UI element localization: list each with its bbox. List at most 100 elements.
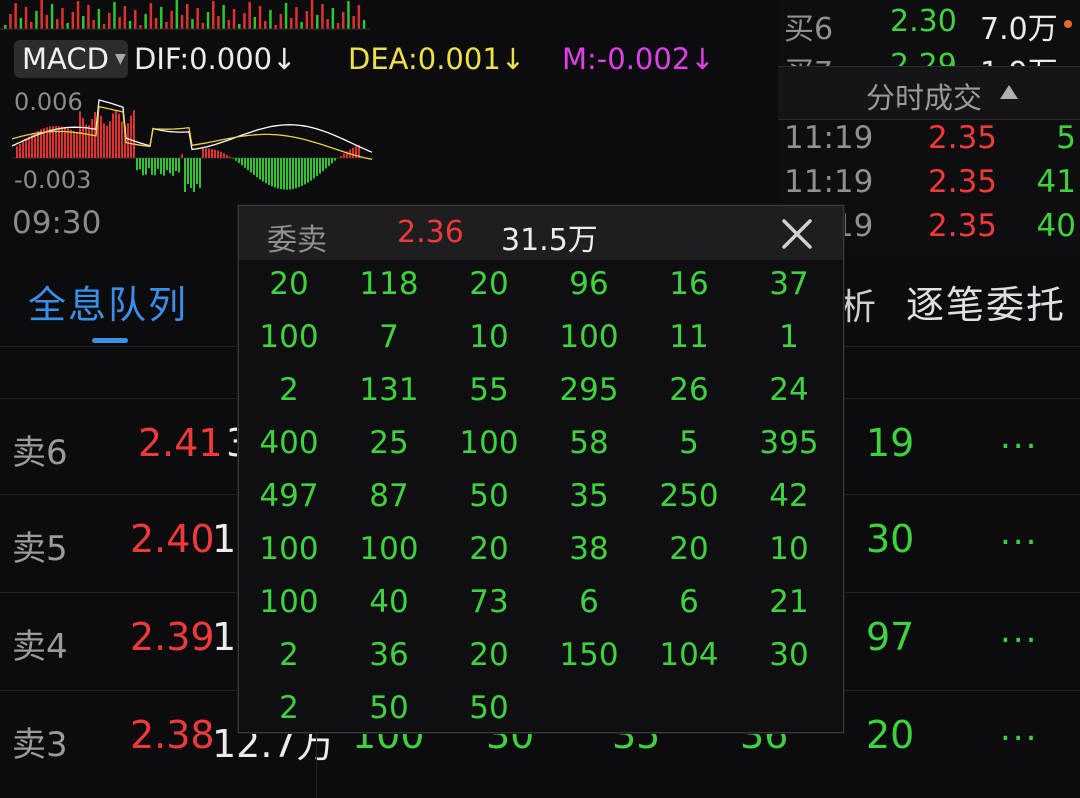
macd-histogram-bar [199,158,201,188]
macd-histogram-bar [244,158,246,168]
macd-axis-top: 0.006 [14,88,83,116]
more-icon[interactable]: ... [1000,513,1038,553]
buy-level-6[interactable]: 买6 2.30 7.0万 [784,4,1080,48]
macd-histogram-bar [343,153,345,158]
macd-histogram-bar [178,158,180,173]
macd-histogram-bar [232,158,234,159]
macd-histogram-bar [28,136,30,158]
sell-price: 2.40 [130,517,215,561]
macd-histogram-bar [331,158,333,164]
volume-bar [326,19,329,29]
macd-histogram-bar [91,119,93,158]
queue-order-size: 1 [779,319,799,355]
indicator-label: MACD [22,42,109,76]
more-icon[interactable]: ... [1000,611,1038,651]
queue-order-size: 35 [569,478,609,514]
macd-histogram-bar [286,158,288,190]
volume-bar [274,25,277,29]
macd-histogram-bar [19,143,21,158]
macd-histogram-bar [85,124,87,158]
macd-histogram-bar [205,148,207,158]
volume-bar [102,24,106,29]
queue-grid-row: 100 100 20 38 20 10 [239,525,843,578]
macd-histogram-bar [301,158,303,186]
macd-histogram-bar [166,158,168,171]
volume-bar [300,22,303,29]
macd-histogram-bar [292,158,294,190]
volume-bar [97,9,101,29]
tab-analysis-partial[interactable]: 析 [840,278,876,330]
volume-bar [56,19,59,29]
buy-level-7[interactable]: 买7 2.29 1.9万 [784,48,1080,66]
buy-label: 买6 [784,12,834,47]
queue-order-size: 38 [569,531,609,567]
volume-bar [201,23,205,29]
indicator-selector[interactable]: MACD ▼ [14,40,128,78]
order-queue-popup[interactable]: 委卖 2.36 31.5万 20 118 20 96 16 37 100 7 10 100 11 1 2… [238,205,844,733]
volume-bars-fragment [0,0,370,30]
macd-histogram-bar [25,138,27,158]
volume-bar [4,25,7,29]
volume-bar [160,7,163,29]
queue-qty: 97 [866,615,915,659]
volume-bar [123,6,127,29]
popup-header: 委卖 2.36 31.5万 [239,206,843,260]
macd-histogram-bar [163,158,165,176]
macd-histogram-bar [229,156,231,158]
queue-grid-row: 20 118 20 96 16 37 [239,260,843,313]
queue-order-size: 7 [379,319,399,355]
macd-histogram-bar [277,158,279,189]
popup-price: 2.36 [397,215,464,250]
sell-label: 卖6 [12,433,68,473]
macd-histogram-bar [298,158,300,188]
macd-histogram-bar [136,158,138,171]
tab-full-queue[interactable]: 全息队列 [28,274,188,329]
tick-time: 11:19 [784,164,874,200]
queue-order-size: 20 [269,266,309,302]
volume-bar [253,17,257,29]
macd-histogram-bar [148,158,150,169]
macd-histogram-bar [256,158,258,178]
volume-bar [357,5,361,29]
volume-bar [238,24,241,29]
volume-bar [321,4,324,29]
volume-bar [290,18,293,29]
queue-order-size: 36 [369,637,409,673]
macd-histogram-bar [196,158,198,184]
popup-title: 委卖 [267,223,327,258]
volume-bar [30,22,33,29]
volume-bar [139,25,142,29]
queue-order-size: 295 [559,372,619,408]
queue-order-size: 100 [359,531,419,567]
volume-bar [217,16,220,29]
sell-label: 卖4 [12,627,68,667]
queue-order-size: 395 [759,425,819,461]
tick-trades-header[interactable]: 分时成交 [778,66,1080,120]
macd-histogram-bar [280,158,282,190]
volume-bar [108,13,111,29]
macd-histogram-bar [130,115,132,158]
macd-histogram-bar [289,158,291,190]
buy-price: 2.30 [890,4,957,39]
macd-histogram-bar [154,158,156,176]
more-icon[interactable]: ... [1000,709,1038,749]
macd-histogram-bar [181,154,183,158]
queue-qty: 19 [866,421,915,465]
macd-histogram-bar [82,118,84,158]
tick-volume: 5 [1056,120,1076,156]
more-icon[interactable]: ... [1000,417,1038,457]
queue-grid-row: 2 36 20 150 104 30 [239,631,843,684]
tab-order-by-order[interactable]: 逐笔委托 [906,274,1066,329]
queue-order-size: 5 [679,425,699,461]
queue-order-size: 37 [769,266,809,302]
tick-row: 11:19 2.35 41 [784,164,1080,208]
volume-bar [154,18,158,29]
volume-bar [113,2,116,29]
macd-histogram-bar [142,158,144,176]
macd-histogram-bar [67,128,69,158]
queue-order-size: 50 [469,478,509,514]
macd-axis-bottom: -0.003 [14,166,92,194]
queue-order-size: 131 [359,372,419,408]
close-icon[interactable] [775,212,819,256]
queue-grid-row: 100 7 10 100 11 1 [239,313,843,366]
